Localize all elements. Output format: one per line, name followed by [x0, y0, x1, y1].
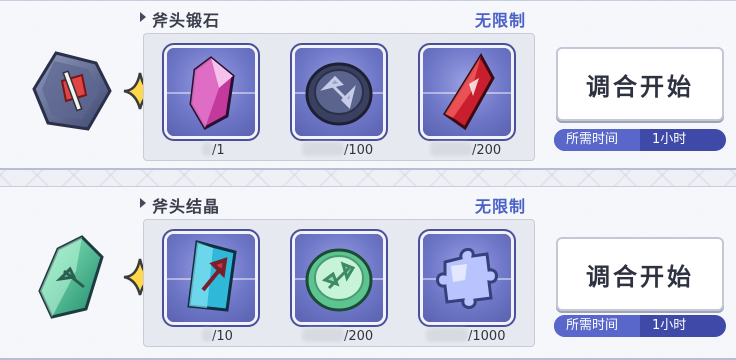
- axe-whetstone-icon: [32, 51, 112, 131]
- recipe-header: 斧头锻石 无限制: [140, 7, 530, 30]
- material-list: /1 /100 /200: [143, 33, 535, 161]
- axe-crystal-icon: [187, 240, 237, 312]
- material-slot[interactable]: [290, 229, 388, 327]
- axe-coin-green-icon: [305, 248, 373, 312]
- material-slot[interactable]: [418, 229, 516, 327]
- required-time-value: 1小时: [652, 318, 687, 333]
- recipe-panel-axe-whetstone: 斧头锻石 无限制 /1 /100 /200 调合开始 所需时间 1小时: [0, 0, 736, 170]
- material-count: /200: [302, 328, 373, 344]
- start-synthesis-button[interactable]: 调合开始: [556, 47, 724, 121]
- limit-label: 无限制: [474, 197, 526, 216]
- recipe-header: 斧头结晶 无限制: [140, 193, 530, 216]
- material-count: /200: [430, 142, 501, 158]
- title-arrow-icon: [140, 198, 146, 208]
- required-time-bar: 所需时间 1小时: [554, 129, 726, 151]
- required-time-label: 所需时间: [554, 315, 640, 337]
- pink-crystal-icon: [189, 56, 235, 131]
- material-count: /1: [202, 142, 225, 158]
- puzzle-piece-icon: [436, 248, 498, 309]
- material-list: /10 /200 /1000: [143, 219, 535, 347]
- required-time-value: 1小时: [652, 132, 687, 147]
- limit-label: 无限制: [474, 11, 526, 30]
- axe-coin-dark-icon: [305, 62, 373, 126]
- material-slot[interactable]: [418, 43, 516, 141]
- material-count: /10: [202, 328, 233, 344]
- material-slot[interactable]: [162, 229, 260, 327]
- required-time-bar: 所需时间 1小时: [554, 315, 726, 337]
- material-slot[interactable]: [290, 43, 388, 141]
- required-time-label: 所需时间: [554, 129, 640, 151]
- material-count: /100: [302, 142, 373, 158]
- material-count: /1000: [426, 328, 505, 344]
- material-slot[interactable]: [162, 43, 260, 141]
- axe-crystal-item-icon: [38, 235, 104, 319]
- red-crystal-icon: [442, 53, 495, 131]
- title-arrow-icon: [140, 12, 146, 22]
- recipe-title: 斧头锻石: [152, 11, 221, 30]
- start-synthesis-button[interactable]: 调合开始: [556, 237, 724, 311]
- recipe-title: 斧头结晶: [152, 197, 221, 216]
- recipe-panel-axe-crystal: 斧头结晶 无限制 /10 /200 /1000 调合开始 所需时间 1小时: [0, 186, 736, 360]
